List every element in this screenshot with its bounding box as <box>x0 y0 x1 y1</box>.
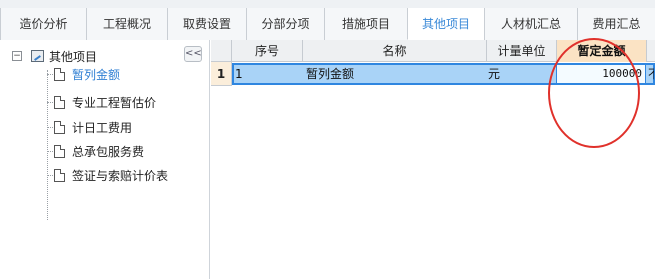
document-icon <box>54 168 65 182</box>
collapse-minus-icon[interactable]: − <box>12 51 22 61</box>
tab-measures[interactable]: 措施项目 <box>324 8 407 40</box>
document-icon <box>54 120 65 134</box>
tab-fee-settings[interactable]: 取费设置 <box>167 8 246 40</box>
tree-item-provisional-sum[interactable]: 暂列金额 <box>47 64 120 84</box>
document-icon <box>54 95 65 109</box>
tree-item-label: 专业工程暂估价 <box>72 95 157 110</box>
cell-overflow[interactable]: 不 <box>648 65 654 83</box>
column-header-name[interactable]: 名称 <box>303 40 487 62</box>
cell-name[interactable]: 暂列金额 <box>306 65 486 83</box>
tree-item-professional-estimate[interactable]: 专业工程暂估价 <box>47 92 156 112</box>
column-header-provisional-amount[interactable]: 暂定金额 <box>557 40 647 62</box>
tab-project-overview[interactable]: 工程概况 <box>86 8 167 40</box>
tree-item-general-contract-fee[interactable]: 总承包服务费 <box>47 141 144 161</box>
header-corner <box>211 40 232 62</box>
provisional-sum-grid: 序号 名称 计量单位 暂定金额 1 1 暂列金额 元 100000 不 <box>211 40 655 279</box>
tree-item-label: 签证与索赔计价表 <box>72 168 169 183</box>
tree-connector <box>47 174 53 176</box>
column-header-unit[interactable]: 计量单位 <box>487 40 557 62</box>
row-number[interactable]: 1 <box>211 62 232 86</box>
folder-chart-icon <box>31 50 44 62</box>
tree-item-daywork[interactable]: 计日工费用 <box>47 117 132 137</box>
tree-root-label: 其他项目 <box>49 49 98 64</box>
tree-item-visa-claims[interactable]: 签证与索赔计价表 <box>47 165 168 185</box>
document-icon <box>54 67 65 81</box>
tab-cost-analysis[interactable]: 造价分析 <box>0 8 86 40</box>
tree-item-label: 计日工费用 <box>72 120 133 135</box>
tab-labor-material-summary[interactable]: 人材机汇总 <box>484 8 577 40</box>
grid-header: 序号 名称 计量单位 暂定金额 <box>211 40 655 62</box>
tree-root[interactable]: − 其他项目 <box>12 47 97 65</box>
tree-item-label: 总承包服务费 <box>72 144 145 159</box>
document-icon <box>54 144 65 158</box>
tab-sub-items[interactable]: 分部分项 <box>246 8 324 40</box>
tree-connector <box>47 150 53 152</box>
tree-item-label: 暂列金额 <box>72 67 121 82</box>
tab-cost-summary[interactable]: 费用汇总 <box>577 8 655 40</box>
column-header-index[interactable]: 序号 <box>232 40 303 62</box>
tree-connector <box>47 101 53 103</box>
collapse-panel-button[interactable]: << <box>184 46 202 62</box>
module-tab-bar: 造价分析 工程概况 取费设置 分部分项 措施项目 其他项目 人材机汇总 费用汇总 <box>0 0 655 40</box>
tree-connector <box>47 73 53 75</box>
cell-index[interactable]: 1 <box>235 65 303 83</box>
tree-connector <box>47 126 53 128</box>
cell-provisional-amount[interactable]: 100000 <box>556 65 646 83</box>
cell-unit[interactable]: 元 <box>488 65 554 83</box>
tab-other-items[interactable]: 其他项目 <box>407 8 484 40</box>
other-items-tree: − 其他项目 << 暂列金额 专业工程暂估价 计日工费用 总承包服务费 签证与索… <box>0 40 210 279</box>
row-selection: 1 暂列金额 元 100000 不 <box>232 63 655 85</box>
table-row[interactable]: 1 1 暂列金额 元 100000 不 <box>211 62 655 86</box>
